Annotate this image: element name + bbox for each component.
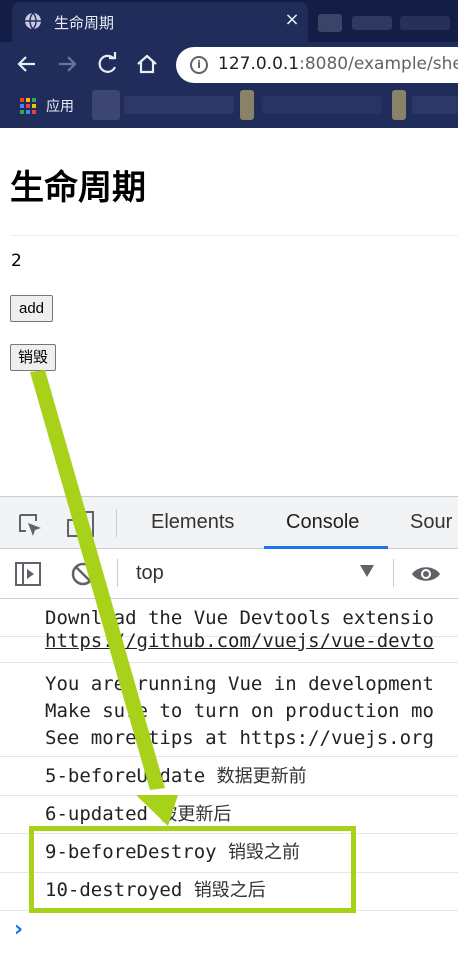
message-text: Make sure to turn on production mo [45,700,434,722]
clear-console-icon[interactable] [70,561,96,587]
address-bar[interactable]: i 127.0.0.1:8080/example/shen [176,47,458,83]
log-code: 5-beforeUpdate [45,765,206,787]
highlight-box [29,826,356,913]
tab-console[interactable]: Console [286,511,359,534]
tab-strip: 生命周期 × [0,0,458,42]
tab-sources[interactable]: Sour [410,511,452,534]
eye-icon[interactable] [410,562,442,586]
devtools-tab-bar: Elements Console Sour [0,497,458,549]
forward-arrow-icon[interactable] [53,50,81,78]
bookmarks-bar: 应用 [0,88,458,124]
browser-tab-active[interactable]: 生命周期 × [12,2,308,42]
message-text-with-link: See more tips at https://vuejs.org [45,727,434,749]
devtools-link[interactable]: https://github.com/vuejs/vue-devto [45,628,434,655]
tab-close-icon[interactable]: × [280,8,304,32]
console-message: You are running Vue in development Make … [0,663,458,757]
context-selector[interactable]: top [136,562,164,585]
tab-title: 生命周期 [54,14,115,32]
console-message: 5-beforeUpdate 数据更新前 [0,757,458,796]
log-text: 被更新后 [159,804,232,825]
browser-toolbar: i 127.0.0.1:8080/example/shen [0,42,458,88]
home-icon[interactable] [133,50,161,78]
inspect-element-icon[interactable] [16,511,44,539]
toolbar-separator [393,559,394,587]
globe-icon [25,12,41,30]
add-button[interactable]: add [10,295,54,322]
info-icon[interactable]: i [190,56,208,74]
sidebar-toggle-icon[interactable] [14,561,42,587]
device-toolbar-icon[interactable] [66,509,96,539]
log-code: 6-updated [45,803,148,825]
console-prompt-icon[interactable]: › [14,917,23,942]
toolbar-separator [116,509,117,537]
log-text: 数据更新前 [216,766,307,787]
browser-chrome: 生命周期 × i 127.0.0.1:8080/example/shen 应用 [0,0,458,128]
counter-value: 2 [11,251,22,271]
divider [10,235,458,236]
tab-elements[interactable]: Elements [151,511,234,534]
apps-bookmark-label[interactable]: 应用 [46,96,74,116]
reload-icon[interactable] [94,50,122,78]
dropdown-arrow-icon[interactable] [360,565,374,577]
apps-grid-icon[interactable] [20,98,36,114]
console-message: https://github.com/vuejs/vue-devto [0,623,458,663]
url-text: 127.0.0.1:8080/example/shen [218,54,458,74]
console-toolbar: top [0,549,458,599]
destroy-button[interactable]: 销毁 [10,344,57,371]
browser-tab-inactive[interactable] [312,4,458,40]
back-arrow-icon[interactable] [13,50,41,78]
toolbar-separator [117,559,118,587]
page-title: 生命周期 [10,168,146,208]
message-text: You are running Vue in development [45,673,434,695]
